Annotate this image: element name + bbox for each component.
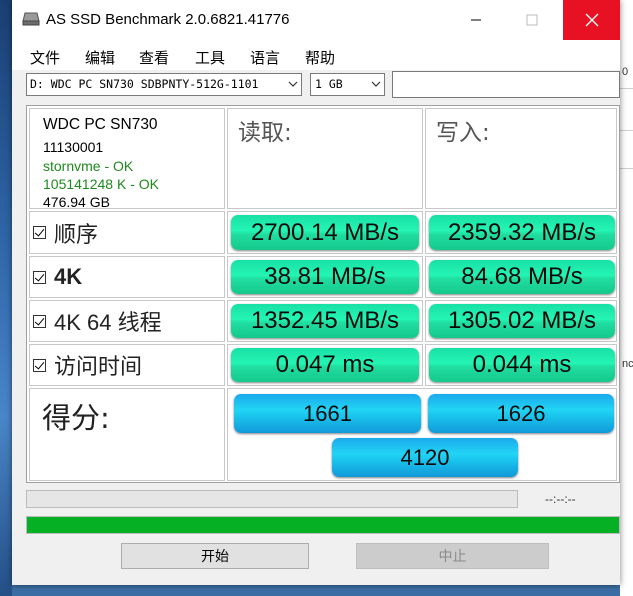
read-header: 读取: bbox=[238, 120, 292, 146]
size-select[interactable]: 1 GB bbox=[310, 73, 385, 96]
menu-view[interactable]: 查看 bbox=[139, 47, 169, 68]
drive-select-value: D: WDC PC SN730 SDBPNTY-512G-1101 bbox=[30, 77, 259, 91]
menu-bar: 文件 编辑 查看 工具 语言 帮助 bbox=[12, 40, 620, 70]
alignment-status: 105141248 K - OK bbox=[43, 176, 159, 192]
maximize-icon bbox=[526, 14, 538, 26]
size-select-value: 1 GB bbox=[315, 77, 343, 91]
write-cell: 1305.02 MB/s bbox=[425, 300, 617, 342]
elapsed-time: --:--:-- bbox=[545, 492, 576, 506]
test-row-access[interactable]: 访问时间 bbox=[29, 344, 225, 386]
progress-bar-total bbox=[26, 516, 620, 534]
write-result: 84.68 MB/s bbox=[429, 260, 615, 294]
test-label: 访问时间 bbox=[54, 354, 143, 379]
text-input[interactable] bbox=[392, 71, 620, 98]
minimize-button[interactable] bbox=[453, 0, 499, 40]
progress-bar-current bbox=[26, 490, 518, 508]
background-text: nc bbox=[622, 358, 633, 370]
write-cell: 0.044 ms bbox=[425, 344, 617, 386]
stop-button[interactable]: 中止 bbox=[356, 543, 549, 569]
write-score: 1626 bbox=[428, 394, 614, 433]
read-result: 2700.14 MB/s bbox=[231, 215, 419, 250]
read-result: 0.047 ms bbox=[231, 348, 419, 382]
driver-status: stornvme - OK bbox=[43, 158, 134, 174]
test-row-seq[interactable]: 顺序 bbox=[29, 211, 225, 254]
menu-help[interactable]: 帮助 bbox=[305, 47, 335, 68]
write-column-header: 写入: bbox=[425, 108, 617, 209]
drive-info: WDC PC SN730 11130001 stornvme - OK 1051… bbox=[29, 108, 225, 210]
results-panel: WDC PC SN730 11130001 stornvme - OK 1051… bbox=[26, 105, 620, 483]
checkbox[interactable] bbox=[33, 314, 46, 328]
write-cell: 2359.32 MB/s bbox=[425, 211, 617, 254]
write-result: 1305.02 MB/s bbox=[429, 304, 615, 338]
read-score: 1661 bbox=[234, 394, 421, 433]
read-cell: 2700.14 MB/s bbox=[227, 211, 423, 254]
drive-capacity: 476.94 GB bbox=[43, 194, 110, 210]
menu-language[interactable]: 语言 bbox=[250, 47, 280, 68]
test-label: 顺序 bbox=[54, 221, 99, 247]
read-cell: 1352.45 MB/s bbox=[227, 300, 423, 342]
drive-model: WDC PC SN730 bbox=[43, 116, 158, 133]
maximize-button[interactable] bbox=[509, 0, 555, 40]
background-text: 0 bbox=[622, 66, 629, 78]
write-result: 2359.32 MB/s bbox=[429, 215, 615, 250]
checkbox[interactable] bbox=[33, 226, 46, 239]
write-result: 0.044 ms bbox=[429, 348, 615, 382]
close-icon bbox=[585, 13, 598, 27]
background-divider bbox=[620, 130, 633, 131]
menu-edit[interactable]: 编辑 bbox=[85, 47, 115, 68]
score-cell: 1661 1626 4120 bbox=[227, 388, 617, 481]
menu-file[interactable]: 文件 bbox=[30, 47, 60, 68]
window-title: AS SSD Benchmark 2.0.6821.41776 bbox=[46, 11, 290, 28]
test-row-4k64[interactable]: 4K 64 线程 bbox=[29, 300, 225, 342]
test-row-4k[interactable]: 4K bbox=[29, 256, 225, 298]
read-result: 38.81 MB/s bbox=[231, 260, 419, 294]
drive-select[interactable]: D: WDC PC SN730 SDBPNTY-512G-1101 bbox=[26, 73, 302, 96]
close-button[interactable] bbox=[563, 0, 620, 40]
write-header: 写入: bbox=[436, 120, 490, 146]
read-result: 1352.45 MB/s bbox=[231, 304, 419, 338]
background-divider bbox=[620, 88, 633, 89]
checkbox[interactable] bbox=[33, 270, 46, 284]
read-column-header: 读取: bbox=[227, 108, 423, 209]
background-window bbox=[620, 0, 633, 596]
checkbox[interactable] bbox=[33, 358, 46, 372]
chevron-down-icon bbox=[288, 79, 298, 89]
write-cell: 84.68 MB/s bbox=[425, 256, 617, 298]
score-label: 得分: bbox=[42, 401, 110, 435]
minimize-icon bbox=[471, 19, 481, 21]
drive-firmware: 11130001 bbox=[43, 139, 104, 155]
desktop-background bbox=[0, 0, 12, 596]
score-label-cell: 得分: bbox=[29, 388, 225, 481]
read-cell: 38.81 MB/s bbox=[227, 256, 423, 298]
menu-tools[interactable]: 工具 bbox=[195, 47, 225, 68]
chevron-down-icon bbox=[371, 81, 381, 87]
drive-icon bbox=[22, 12, 40, 26]
background-divider bbox=[620, 168, 633, 169]
app-window: AS SSD Benchmark 2.0.6821.41776 文件 编辑 查看… bbox=[12, 0, 620, 585]
test-label: 4K bbox=[54, 264, 83, 289]
title-bar[interactable]: AS SSD Benchmark 2.0.6821.41776 bbox=[12, 0, 620, 40]
total-score: 4120 bbox=[332, 438, 518, 477]
start-button[interactable]: 开始 bbox=[121, 543, 309, 569]
read-cell: 0.047 ms bbox=[227, 344, 423, 386]
test-label: 4K 64 线程 bbox=[54, 310, 162, 335]
